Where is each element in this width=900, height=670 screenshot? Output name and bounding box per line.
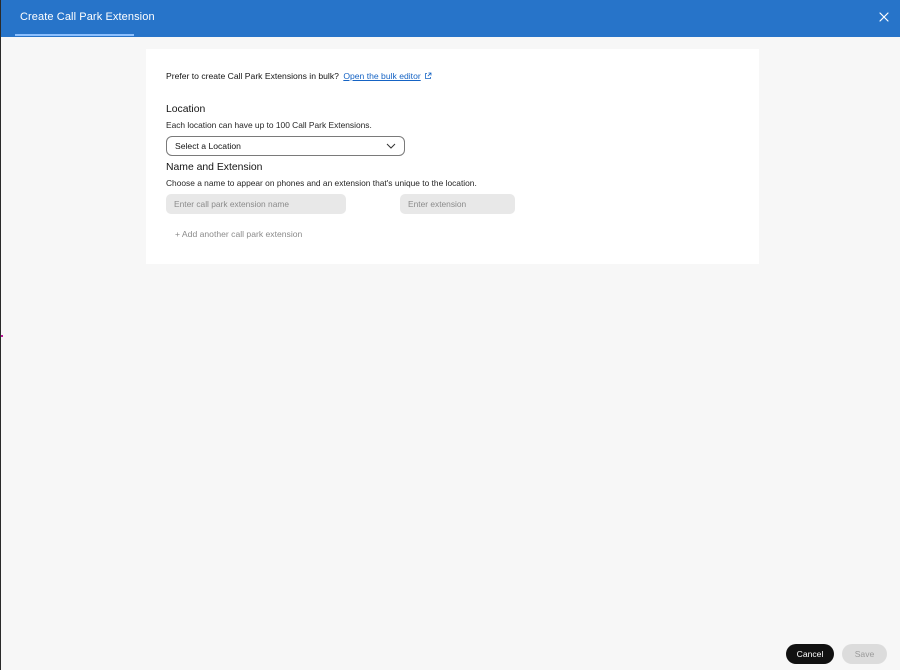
close-icon [879, 12, 889, 22]
cancel-button[interactable]: Cancel [786, 644, 834, 664]
title-underline [15, 34, 134, 36]
bulk-prompt-row: Prefer to create Call Park Extensions in… [166, 71, 432, 81]
name-extension-heading: Name and Extension [166, 162, 263, 173]
location-select[interactable]: Select a Location [166, 136, 405, 156]
external-link-icon[interactable] [424, 72, 432, 80]
location-select-value: Select a Location [175, 141, 241, 151]
bulk-prompt-text: Prefer to create Call Park Extensions in… [166, 71, 339, 81]
add-another-extension-button[interactable]: + Add another call park extension [175, 229, 302, 239]
edge-marker [1, 335, 3, 337]
location-description: Each location can have up to 100 Call Pa… [166, 120, 372, 130]
name-extension-description: Choose a name to appear on phones and an… [166, 178, 477, 188]
extension-number-input[interactable] [400, 194, 515, 214]
header-bar: Create Call Park Extension [1, 0, 900, 37]
extension-name-input[interactable] [166, 194, 346, 214]
create-call-park-extension-page: Create Call Park Extension Prefer to cre… [0, 0, 900, 670]
save-button[interactable]: Save [842, 644, 887, 664]
page-title: Create Call Park Extension [20, 11, 155, 23]
chevron-down-icon [386, 143, 396, 149]
open-bulk-editor-link[interactable]: Open the bulk editor [343, 71, 420, 81]
close-button[interactable] [879, 12, 891, 24]
form-card: Prefer to create Call Park Extensions in… [146, 49, 759, 264]
location-heading: Location [166, 104, 206, 115]
